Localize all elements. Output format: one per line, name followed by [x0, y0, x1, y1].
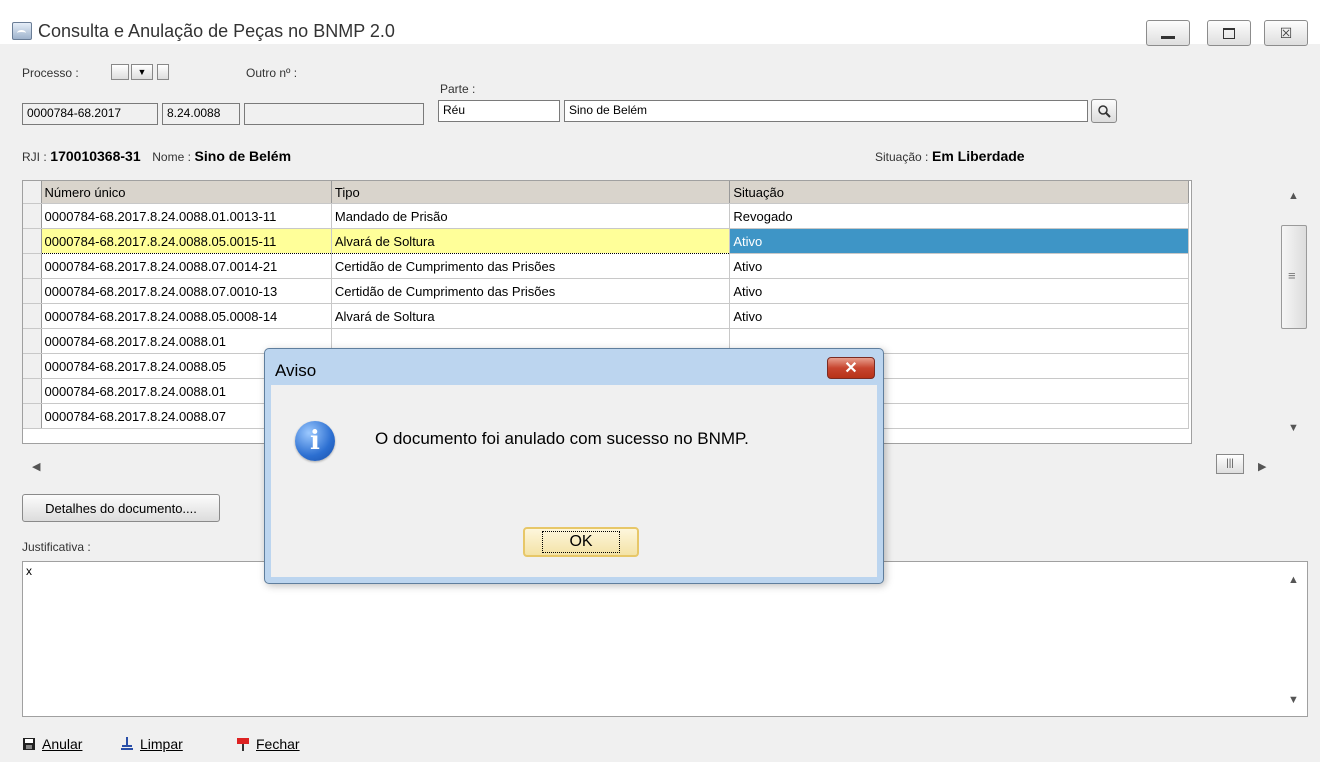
- dialog-message: O documento foi anulado com sucesso no B…: [375, 429, 749, 448]
- info-glyph: i: [310, 426, 320, 456]
- table-row-selected[interactable]: 0000784-68.2017.8.24.0088.05.0015-11 Alva…: [23, 228, 1189, 254]
- processo-extra-button[interactable]: [157, 64, 169, 80]
- anular-label: Anular: [42, 736, 83, 752]
- dialog-title: Aviso: [275, 361, 317, 380]
- cell-situacao[interactable]: Ativo: [729, 228, 1189, 254]
- cell-numero[interactable]: 0000784-68.2017.8.24.0088.07.0010-13: [41, 278, 332, 304]
- situacao-value: Em Liberdade: [932, 148, 1025, 164]
- detalhes-documento-button[interactable]: Detalhes do documento....: [22, 494, 220, 522]
- ok-label: OK: [542, 531, 620, 553]
- dialog-close-button[interactable]: ✕: [827, 357, 875, 379]
- cell-tipo[interactable]: Certidão de Cumprimento das Prisões: [331, 278, 731, 304]
- row-indicator: [23, 378, 42, 404]
- rji-value: 170010368-31: [50, 148, 141, 164]
- table-row[interactable]: 0000784-68.2017.8.24.0088.07.0010-13 Cert…: [23, 278, 1189, 304]
- row-indicator: [23, 278, 42, 304]
- situacao-line: Situação : Em Liberdade: [875, 148, 1025, 164]
- scroll-up-arrow-icon[interactable]: ▲: [1288, 190, 1299, 202]
- maximize-button[interactable]: [1207, 20, 1251, 46]
- column-header-situacao[interactable]: Situação: [729, 181, 1189, 204]
- ok-button[interactable]: OK: [523, 527, 639, 557]
- situacao-label: Situação :: [875, 150, 929, 164]
- cell-tipo[interactable]: Mandado de Prisão: [331, 203, 731, 229]
- cell-situacao[interactable]: Ativo: [729, 303, 1189, 329]
- limpar-label: Limpar: [140, 736, 183, 752]
- table-row[interactable]: 0000784-68.2017.8.24.0088.01.0013-11 Mand…: [23, 203, 1189, 229]
- cell-situacao[interactable]: Ativo: [729, 253, 1189, 279]
- row-indicator: [23, 253, 42, 279]
- cell-numero[interactable]: 0000784-68.2017.8.24.0088.07.0014-21: [41, 253, 332, 279]
- window-title: Consulta e Anulação de Peças no BNMP 2.0: [38, 21, 395, 41]
- processo-dropdown-icon[interactable]: ▼: [131, 64, 153, 80]
- fechar-button[interactable]: Fechar: [236, 736, 300, 752]
- nome-label: Nome :: [152, 150, 191, 164]
- cell-situacao[interactable]: Ativo: [729, 278, 1189, 304]
- rji-label: RJI :: [22, 150, 47, 164]
- cell-numero[interactable]: 0000784-68.2017.8.24.0088.01.0013-11: [41, 203, 332, 229]
- justificativa-label: Justificativa :: [22, 540, 91, 554]
- app-icon: [12, 22, 32, 40]
- cell-numero[interactable]: 0000784-68.2017.8.24.0088.05.0008-14: [41, 303, 332, 329]
- limpar-button[interactable]: Limpar: [120, 736, 183, 752]
- row-indicator: [23, 203, 42, 229]
- processo-orgao-field[interactable]: 8.24.0088: [162, 103, 240, 125]
- processo-number-field[interactable]: 0000784-68.2017: [22, 103, 158, 125]
- parte-label: Parte :: [440, 82, 476, 96]
- close-x-icon: ✕: [844, 360, 858, 377]
- aviso-dialog: Aviso ✕ i O documento foi anulado com su…: [264, 348, 884, 584]
- anular-button[interactable]: Anular: [22, 736, 82, 752]
- outro-label: Outro nº :: [246, 66, 298, 80]
- exit-sign-icon: [237, 738, 249, 751]
- textarea-scroll-down-icon[interactable]: ▼: [1288, 694, 1299, 706]
- fechar-label: Fechar: [256, 736, 300, 752]
- nome-value: Sino de Belém: [194, 148, 292, 164]
- table-row[interactable]: 0000784-68.2017.8.24.0088.07.0014-21 Cert…: [23, 253, 1189, 279]
- broom-icon: [121, 737, 133, 750]
- row-indicator: [23, 328, 42, 354]
- scroll-right-arrow-icon[interactable]: ▶: [1258, 460, 1266, 473]
- minimize-button[interactable]: [1146, 20, 1190, 46]
- parte-nome-field[interactable]: Sino de Belém: [564, 100, 1088, 122]
- cell-tipo[interactable]: Certidão de Cumprimento das Prisões: [331, 253, 731, 279]
- textarea-scroll-up-icon[interactable]: ▲: [1288, 574, 1299, 586]
- row-indicator: [23, 403, 42, 429]
- info-line: RJI : 170010368-31 Nome : Sino de Belém: [22, 148, 291, 164]
- row-indicator: [23, 303, 42, 329]
- processo-label: Processo :: [22, 66, 79, 80]
- scroll-down-arrow-icon[interactable]: ▼: [1288, 422, 1299, 434]
- table-row[interactable]: 0000784-68.2017.8.24.0088.05.0008-14 Alva…: [23, 303, 1189, 329]
- cell-tipo[interactable]: Alvará de Soltura: [331, 228, 731, 254]
- save-disk-icon: [23, 738, 35, 750]
- maximize-icon: [1223, 27, 1235, 39]
- information-icon: i: [295, 421, 335, 461]
- close-button[interactable]: ☒: [1264, 20, 1308, 46]
- outro-number-field[interactable]: [244, 103, 424, 125]
- row-indicator-header: [23, 181, 42, 204]
- table-header-row: Número único Tipo Situação: [23, 181, 1189, 204]
- column-header-numero[interactable]: Número único: [41, 181, 332, 204]
- parte-tipo-field[interactable]: Réu: [438, 100, 560, 122]
- scroll-grip-icon: ≡: [1288, 268, 1296, 283]
- justificativa-textarea[interactable]: x: [22, 561, 1308, 717]
- dialog-body: i O documento foi anulado com sucesso no…: [271, 385, 877, 577]
- processo-type-icon[interactable]: [111, 64, 129, 80]
- close-icon: ☒: [1279, 24, 1293, 41]
- row-indicator: [23, 353, 42, 379]
- minimize-icon: [1161, 35, 1175, 39]
- scroll-left-arrow-icon[interactable]: ◀: [32, 460, 40, 473]
- search-icon: [1098, 105, 1111, 118]
- cell-numero[interactable]: 0000784-68.2017.8.24.0088.05.0015-11: [41, 228, 332, 254]
- search-button[interactable]: [1091, 99, 1117, 123]
- cell-situacao[interactable]: Revogado: [729, 203, 1189, 229]
- row-indicator: [23, 228, 42, 254]
- column-header-tipo[interactable]: Tipo: [331, 181, 731, 204]
- cell-tipo[interactable]: Alvará de Soltura: [331, 303, 731, 329]
- horizontal-scroll-thumb[interactable]: |||: [1216, 454, 1244, 474]
